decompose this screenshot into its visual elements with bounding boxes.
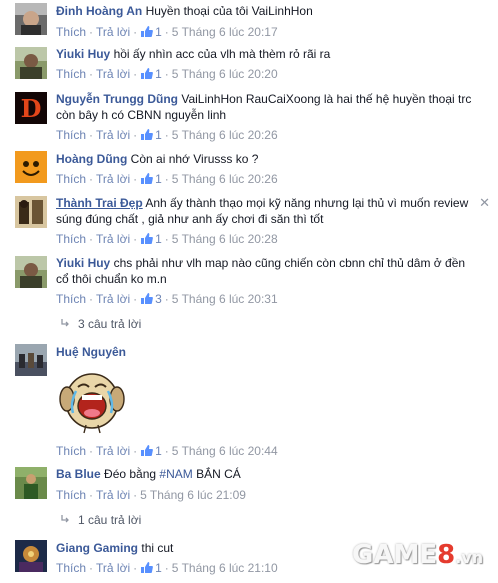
comment-text: hồi ấy nhìn acc của vlh mà thèm rỏ rãi r… (113, 47, 331, 61)
like-count-icon (141, 173, 154, 184)
like-button[interactable]: Thích (56, 232, 86, 246)
view-replies-link[interactable]: 3 câu trả lời (60, 317, 141, 331)
logo-part: 8 (437, 540, 456, 570)
avatar[interactable] (15, 196, 47, 228)
like-count[interactable]: 1 (155, 172, 162, 186)
logo-part: GAME (352, 540, 438, 570)
comment-text: Còn ai nhớ Virusss ko ? (130, 152, 259, 166)
like-button[interactable]: Thích (56, 128, 86, 142)
timestamp[interactable]: 5 Tháng 6 lúc 20:31 (172, 292, 278, 306)
reply-button[interactable]: Trả lời (96, 488, 130, 502)
timestamp[interactable]: 5 Tháng 6 lúc 20:17 (172, 25, 278, 39)
like-button[interactable]: Thích (56, 488, 86, 502)
avatar[interactable] (15, 344, 47, 376)
avatar[interactable] (15, 47, 47, 79)
like-count-icon (141, 233, 154, 244)
like-count-icon (141, 68, 154, 79)
comment-text: Huyền thoại của tôi VaiLinhHon (145, 4, 313, 18)
view-replies-link[interactable]: 1 câu trả lời (60, 513, 141, 527)
like-button[interactable]: Thích (56, 292, 86, 306)
comment-author[interactable]: Huệ Nguyên (56, 345, 126, 359)
timestamp[interactable]: 5 Tháng 6 lúc 21:10 (172, 561, 278, 575)
comment-text: BẮN CÁ (192, 467, 241, 481)
like-count-icon (141, 293, 154, 304)
like-button[interactable]: Thích (56, 172, 86, 186)
like-count[interactable]: 1 (155, 444, 162, 458)
like-count-icon (141, 129, 154, 140)
comment-author[interactable]: Yiuki Huy (56, 47, 110, 61)
reply-button[interactable]: Trả lời (96, 561, 130, 575)
like-count-icon (141, 26, 154, 37)
like-count-icon (141, 562, 154, 573)
comment-text: thi cut (141, 541, 174, 555)
like-button[interactable]: Thích (56, 67, 86, 81)
comment-author[interactable]: Giang Gaming (56, 541, 138, 555)
avatar[interactable] (15, 540, 47, 572)
like-count[interactable]: 1 (155, 67, 162, 81)
view-replies-label[interactable]: 1 câu trả lời (78, 513, 141, 527)
crying-laughing-sticker (59, 373, 125, 434)
timestamp[interactable]: 5 Tháng 6 lúc 20:26 (172, 128, 278, 142)
reply-arrow-icon (60, 513, 70, 527)
comment-text: chs phải như vlh map nào cũng chiến còn … (56, 256, 466, 286)
reply-button[interactable]: Trả lời (96, 232, 130, 246)
comment-text: Đéo bằng (104, 467, 160, 481)
reply-button[interactable]: Trả lời (96, 67, 130, 81)
svg-text:D: D (21, 94, 42, 123)
reply-button[interactable]: Trả lời (96, 292, 130, 306)
like-count[interactable]: 1 (155, 128, 162, 142)
timestamp[interactable]: 5 Tháng 6 lúc 20:26 (172, 172, 278, 186)
reply-button[interactable]: Trả lời (96, 128, 130, 142)
like-button[interactable]: Thích (56, 444, 86, 458)
comment-author[interactable]: Hoàng Dũng (56, 152, 127, 166)
game8-watermark-logo: GAME8.vn (352, 540, 492, 576)
reply-button[interactable]: Trả lời (96, 444, 130, 458)
timestamp[interactable]: 5 Tháng 6 lúc 20:20 (172, 67, 278, 81)
view-replies-label[interactable]: 3 câu trả lời (78, 317, 141, 331)
avatar[interactable] (15, 256, 47, 288)
reply-button[interactable]: Trả lời (96, 172, 130, 186)
like-count-icon (141, 445, 154, 456)
like-button[interactable]: Thích (56, 561, 86, 575)
timestamp[interactable]: 5 Tháng 6 lúc 20:44 (172, 444, 278, 458)
avatar[interactable] (15, 467, 47, 499)
close-icon[interactable]: ✕ (479, 195, 490, 211)
avatar[interactable] (15, 3, 47, 35)
hashtag-link[interactable]: #NAM (159, 467, 192, 481)
reply-arrow-icon (60, 317, 70, 331)
like-count[interactable]: 1 (155, 561, 162, 575)
timestamp[interactable]: 5 Tháng 6 lúc 20:28 (172, 232, 278, 246)
reply-button[interactable]: Trả lời (96, 25, 130, 39)
like-count[interactable]: 1 (155, 25, 162, 39)
avatar[interactable] (15, 151, 47, 183)
like-count[interactable]: 3 (155, 292, 162, 306)
comment-author[interactable]: Yiuki Huy (56, 256, 110, 270)
timestamp[interactable]: 5 Tháng 6 lúc 21:09 (140, 488, 246, 502)
avatar[interactable]: D (15, 92, 47, 124)
comment-author[interactable]: Thành Trai Đẹp (56, 196, 143, 210)
logo-part: .vn (455, 548, 484, 567)
like-count[interactable]: 1 (155, 232, 162, 246)
comment-author[interactable]: Nguyễn Trungg Dũng (56, 92, 178, 106)
like-button[interactable]: Thích (56, 25, 86, 39)
comment-author[interactable]: Ba Blue (56, 467, 101, 481)
comment-author[interactable]: Đinh Hoàng An (56, 4, 142, 18)
